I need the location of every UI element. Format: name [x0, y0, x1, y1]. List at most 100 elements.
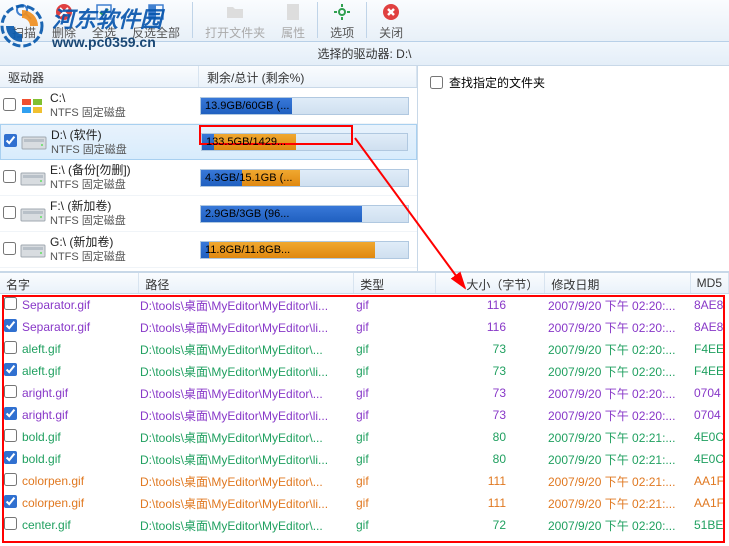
drive-type: NTFS 固定磁盘 — [50, 106, 198, 120]
header-type[interactable]: 类型 — [354, 273, 436, 293]
file-row[interactable]: center.gifD:\tools\桌面\MyEditor\MyEditor\… — [0, 514, 729, 536]
file-md5: AA1F — [694, 474, 729, 488]
file-checkbox[interactable] — [4, 297, 17, 310]
options-button[interactable]: 选项 — [322, 0, 362, 43]
close-button[interactable]: 关闭 — [371, 0, 411, 43]
usage-text: 133.5GB/1429... — [202, 136, 286, 148]
file-date: 2007/9/20 下午 02:21:... — [548, 473, 694, 490]
find-folder-checkbox[interactable] — [430, 76, 443, 89]
disk-icon — [18, 241, 48, 259]
disk-icon — [19, 133, 49, 151]
drive-type: NTFS 固定磁盘 — [50, 178, 198, 192]
file-name: Separator.gif — [18, 298, 140, 312]
file-date: 2007/9/20 下午 02:20:... — [548, 319, 694, 336]
header-name[interactable]: 名字 — [0, 273, 139, 293]
drive-checkbox[interactable] — [3, 206, 16, 219]
file-md5: 0704 — [694, 408, 729, 422]
file-path: D:\tools\桌面\MyEditor\MyEditor\... — [140, 429, 356, 446]
file-name: colorpen.gif — [18, 474, 140, 488]
file-row[interactable]: bold.gifD:\tools\桌面\MyEditor\MyEditor\..… — [0, 426, 729, 448]
file-row[interactable]: aright.gifD:\tools\桌面\MyEditor\MyEditor\… — [0, 404, 729, 426]
gear-icon — [332, 2, 352, 22]
file-size: 111 — [438, 474, 548, 488]
drive-checkbox[interactable] — [3, 242, 16, 255]
header-path[interactable]: 路径 — [139, 273, 354, 293]
usage-text: 13.9GB/60GB (... — [201, 100, 289, 112]
drive-checkbox[interactable] — [3, 98, 16, 111]
usage-bar: 133.5GB/1429... — [201, 133, 408, 151]
disk-icon — [18, 97, 48, 115]
find-folder-option[interactable]: 查找指定的文件夹 — [428, 72, 719, 93]
drive-header: 驱动器 剩余/总计 (剩余%) — [0, 66, 417, 88]
file-date: 2007/9/20 下午 02:20:... — [548, 297, 694, 314]
header-size[interactable]: 大小（字节） — [436, 273, 545, 293]
file-md5: F4EE — [694, 342, 729, 356]
file-row[interactable]: Separator.gifD:\tools\桌面\MyEditor\MyEdit… — [0, 294, 729, 316]
file-md5: F4EE — [694, 364, 729, 378]
file-checkbox[interactable] — [4, 451, 17, 464]
usage-bar: 4.3GB/15.1GB (... — [200, 169, 409, 187]
file-path: D:\tools\桌面\MyEditor\MyEditor\li... — [140, 495, 356, 512]
file-checkbox[interactable] — [4, 429, 17, 442]
drive-header-remain[interactable]: 剩余/总计 (剩余%) — [199, 66, 417, 87]
file-path: D:\tools\桌面\MyEditor\MyEditor\... — [140, 341, 356, 358]
file-type: gif — [356, 364, 438, 378]
file-row[interactable]: aleft.gifD:\tools\桌面\MyEditor\MyEditor\.… — [0, 338, 729, 360]
drive-type: NTFS 固定磁盘 — [50, 250, 198, 264]
file-path: D:\tools\桌面\MyEditor\MyEditor\... — [140, 473, 356, 490]
folder-pane: 查找指定的文件夹 — [418, 66, 729, 271]
file-checkbox[interactable] — [4, 473, 17, 486]
file-row[interactable]: bold.gifD:\tools\桌面\MyEditor\MyEditor\li… — [0, 448, 729, 470]
header-md5[interactable]: MD5 — [691, 273, 729, 293]
file-name: aleft.gif — [18, 364, 140, 378]
file-date: 2007/9/20 下午 02:20:... — [548, 385, 694, 402]
header-date[interactable]: 修改日期 — [545, 273, 690, 293]
drive-name: E:\ (备份[勿删]) — [50, 163, 198, 178]
drive-checkbox[interactable] — [3, 170, 16, 183]
file-size: 73 — [438, 408, 548, 422]
file-name: center.gif — [18, 518, 140, 532]
file-type: gif — [356, 496, 438, 510]
file-type: gif — [356, 452, 438, 466]
file-size: 73 — [438, 364, 548, 378]
usage-bar: 2.9GB/3GB (96... — [200, 205, 409, 223]
file-checkbox[interactable] — [4, 363, 17, 376]
file-size: 80 — [438, 452, 548, 466]
file-row[interactable]: colorpen.gifD:\tools\桌面\MyEditor\MyEdito… — [0, 492, 729, 514]
drive-row[interactable]: E:\ (备份[勿删])NTFS 固定磁盘4.3GB/15.1GB (... — [0, 160, 417, 196]
file-checkbox[interactable] — [4, 341, 17, 354]
watermark-url: www.pc0359.cn — [52, 34, 162, 50]
drive-row[interactable]: F:\ (新加卷)NTFS 固定磁盘2.9GB/3GB (96... — [0, 196, 417, 232]
drive-name: D:\ (软件) — [51, 128, 199, 143]
file-row[interactable]: Separator.gifD:\tools\桌面\MyEditor\MyEdit… — [0, 316, 729, 338]
file-checkbox[interactable] — [4, 385, 17, 398]
file-checkbox[interactable] — [4, 517, 17, 530]
file-checkbox[interactable] — [4, 407, 17, 420]
drive-row[interactable]: G:\ (新加卷)NTFS 固定磁盘11.8GB/11.8GB... — [0, 232, 417, 268]
file-row[interactable]: aright.gifD:\tools\桌面\MyEditor\MyEditor\… — [0, 382, 729, 404]
file-type: gif — [356, 518, 438, 532]
drive-row[interactable]: D:\ (软件)NTFS 固定磁盘133.5GB/1429... — [0, 124, 417, 160]
file-md5: 51BE — [694, 518, 729, 532]
file-checkbox[interactable] — [4, 319, 17, 332]
drive-row[interactable]: C:\NTFS 固定磁盘13.9GB/60GB (... — [0, 88, 417, 124]
file-name: bold.gif — [18, 430, 140, 444]
file-type: gif — [356, 474, 438, 488]
drive-name: C:\ — [50, 91, 198, 106]
file-row[interactable]: colorpen.gifD:\tools\桌面\MyEditor\MyEdito… — [0, 470, 729, 492]
file-date: 2007/9/20 下午 02:21:... — [548, 429, 694, 446]
file-md5: 4E0C — [694, 430, 729, 444]
usage-text: 11.8GB/11.8GB... — [201, 244, 290, 256]
drive-checkbox[interactable] — [4, 134, 17, 147]
file-type: gif — [356, 408, 438, 422]
file-name: aleft.gif — [18, 342, 140, 356]
file-row[interactable]: aleft.gifD:\tools\桌面\MyEditor\MyEditor\l… — [0, 360, 729, 382]
drive-header-drive[interactable]: 驱动器 — [0, 66, 199, 87]
file-md5: 4E0C — [694, 452, 729, 466]
file-name: Separator.gif — [18, 320, 140, 334]
file-md5: 8AE8 — [694, 298, 729, 312]
file-checkbox[interactable] — [4, 495, 17, 508]
close-icon — [381, 2, 401, 22]
file-name: aright.gif — [18, 408, 140, 422]
file-size: 80 — [438, 430, 548, 444]
